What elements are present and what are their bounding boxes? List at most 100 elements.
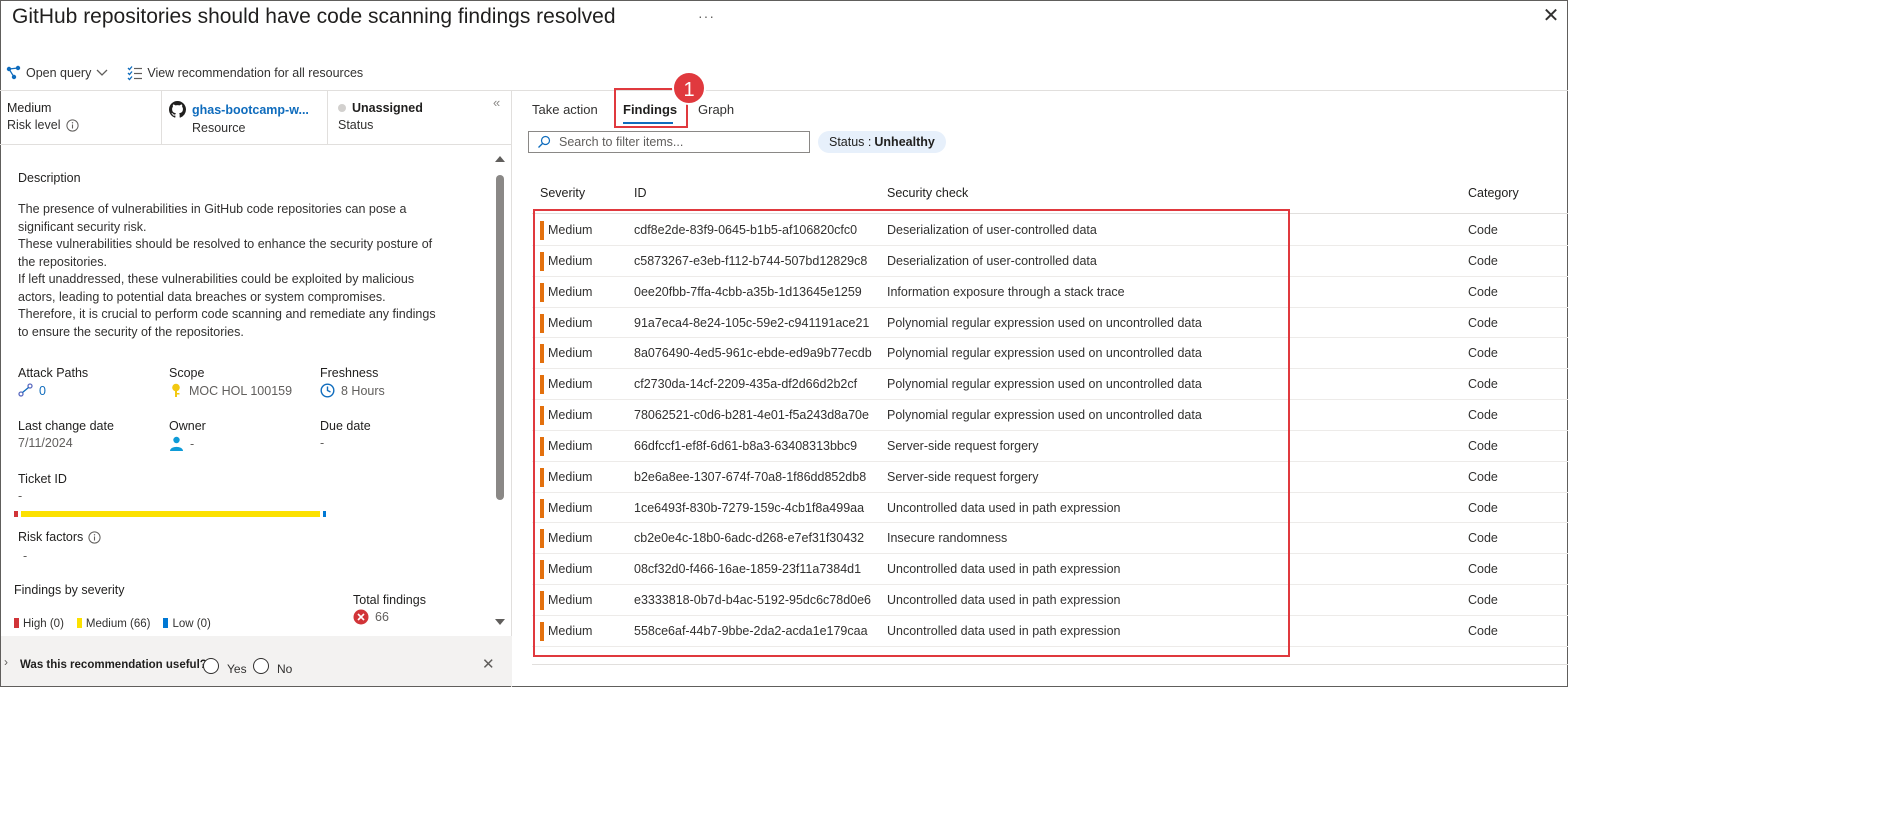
page-title: GitHub repositories should have code sca… <box>12 5 616 28</box>
owner-value: - <box>190 436 195 451</box>
scroll-thumb[interactable] <box>496 175 504 500</box>
expand-feedback-chevron-icon[interactable]: › <box>4 655 8 669</box>
risk-level-label-row: Risk level <box>7 118 154 132</box>
description-text: The presence of vulnerabilities in GitHu… <box>18 201 468 341</box>
attack-paths-value-row: 0 <box>18 383 88 398</box>
description-line: to ensure the security of the repositori… <box>18 324 244 339</box>
clock-icon <box>320 383 335 398</box>
summary-strip: Medium Risk level ghas-bootcamp-w... Res… <box>0 91 511 145</box>
tab-take-action[interactable]: Take action <box>532 102 598 117</box>
description-line: actors, leading to potential data breach… <box>18 289 386 304</box>
scope-value: MOC HOL 100159 <box>189 383 293 398</box>
close-button[interactable]: ✕ <box>1540 5 1562 27</box>
freshness-label: Freshness <box>320 366 379 380</box>
legend-medium: Medium (66) <box>76 618 150 630</box>
owner-value-row: - <box>169 436 206 451</box>
legend-swatch-low <box>163 618 169 628</box>
due-date-value: - <box>320 436 325 450</box>
view-all-resources-button[interactable]: View recommendation for all resources <box>127 65 363 81</box>
open-query-button[interactable]: Open query <box>6 65 109 81</box>
status-label: Status <box>338 118 374 132</box>
key-icon <box>172 383 180 397</box>
info-icon[interactable] <box>65 118 79 132</box>
status-value: Unassigned <box>352 101 423 115</box>
table-bottom-divider <box>532 664 1568 665</box>
severity-legend: High (0) Medium (66) Low (0) <box>14 618 211 630</box>
attack-paths-label: Attack Paths <box>18 366 89 380</box>
scroll-up-arrow[interactable] <box>495 156 505 162</box>
severity-bar <box>14 511 326 517</box>
dismiss-feedback-close-icon[interactable]: ✕ <box>482 655 495 673</box>
attack-path-icon <box>18 383 33 397</box>
resource-link[interactable]: ghas-bootcamp-w... <box>192 103 309 117</box>
findings-by-severity-label: Findings by severity <box>14 583 125 597</box>
feedback-yes-radio[interactable] <box>203 658 219 674</box>
category-cell: Code <box>1468 346 1498 361</box>
total-findings-value: 66 <box>375 610 389 624</box>
description-line: the repositories. <box>18 254 107 269</box>
resource-label: Resource <box>192 121 246 135</box>
risk-level-value: Medium <box>7 101 52 115</box>
feedback-no-radio[interactable] <box>253 658 269 674</box>
ticket-id-field: Ticket ID - <box>18 472 67 503</box>
person-icon <box>170 436 183 451</box>
open-query-label: Open query <box>26 66 92 80</box>
command-bar: Open query View recommendation for all r… <box>6 62 363 84</box>
total-findings-value-row: 66 <box>353 609 426 625</box>
category-cell: Code <box>1468 469 1498 484</box>
tab-graph[interactable]: Graph <box>698 102 734 117</box>
legend-low-label: Low (0) <box>172 618 211 630</box>
column-header-severity[interactable]: Severity <box>540 186 585 200</box>
due-date-field: Due date - <box>320 419 371 450</box>
scope-field: Scope MOC HOL 100159 <box>169 366 292 398</box>
filter-search-box[interactable] <box>528 131 810 153</box>
risk-factors-field: Risk factors - <box>18 530 101 563</box>
category-cell: Code <box>1468 593 1498 608</box>
chevron-down-icon <box>96 69 108 76</box>
collapse-panel-button[interactable]: « <box>493 95 500 110</box>
category-cell: Code <box>1468 438 1498 453</box>
description-line: The presence of vulnerabilities in GitHu… <box>18 202 407 216</box>
category-cell: Code <box>1468 315 1498 330</box>
last-change-label: Last change date <box>18 419 114 433</box>
risk-level-cell: Medium Risk level <box>0 91 162 145</box>
scroll-down-arrow[interactable] <box>495 619 505 625</box>
legend-low: Low (0) <box>163 618 211 630</box>
risk-factors-label: Risk factors <box>18 530 84 544</box>
status-dot-icon <box>338 104 346 112</box>
more-options-button[interactable]: ··· <box>698 8 715 24</box>
category-cell: Code <box>1468 500 1498 515</box>
search-input[interactable] <box>559 135 799 149</box>
resource-value-row: ghas-bootcamp-w... <box>169 101 320 118</box>
resource-cell: ghas-bootcamp-w... Resource <box>162 91 328 145</box>
owner-label: Owner <box>169 419 206 433</box>
left-panel-scrollbar[interactable] <box>494 153 506 631</box>
total-findings-field: Total findings 66 <box>353 593 426 625</box>
severity-bar-medium <box>21 511 320 517</box>
total-findings-label: Total findings <box>353 593 426 607</box>
info-icon[interactable] <box>88 530 101 544</box>
view-all-label: View recommendation for all resources <box>147 66 364 80</box>
risk-factors-label-row: Risk factors <box>18 530 101 544</box>
github-icon <box>169 101 186 118</box>
category-cell: Code <box>1468 253 1498 268</box>
description-line: significant security risk. <box>18 219 147 234</box>
owner-field: Owner - <box>169 419 206 451</box>
description-line: If left unaddressed, these vulnerabiliti… <box>18 272 415 286</box>
column-header-category[interactable]: Category <box>1468 186 1519 200</box>
last-change-field: Last change date 7/11/2024 <box>18 419 114 450</box>
status-filter-pill[interactable]: Status : Unhealthy <box>818 131 946 153</box>
status-cell: Unassigned Status <box>328 91 511 145</box>
column-header-id[interactable]: ID <box>634 186 647 200</box>
column-header-security-check[interactable]: Security check <box>887 186 968 200</box>
category-cell: Code <box>1468 408 1498 423</box>
step-number-badge: 1 <box>672 71 706 105</box>
status-filter-key: Status : <box>829 135 872 149</box>
list-check-icon <box>127 66 143 81</box>
risk-factors-value: - <box>23 549 28 563</box>
feedback-bar: › Was this recommendation useful? Yes No… <box>1 636 512 686</box>
category-cell: Code <box>1468 377 1498 392</box>
error-circle-icon <box>353 609 369 625</box>
attack-paths-value[interactable]: 0 <box>39 384 46 398</box>
legend-high-label: High (0) <box>23 618 64 630</box>
